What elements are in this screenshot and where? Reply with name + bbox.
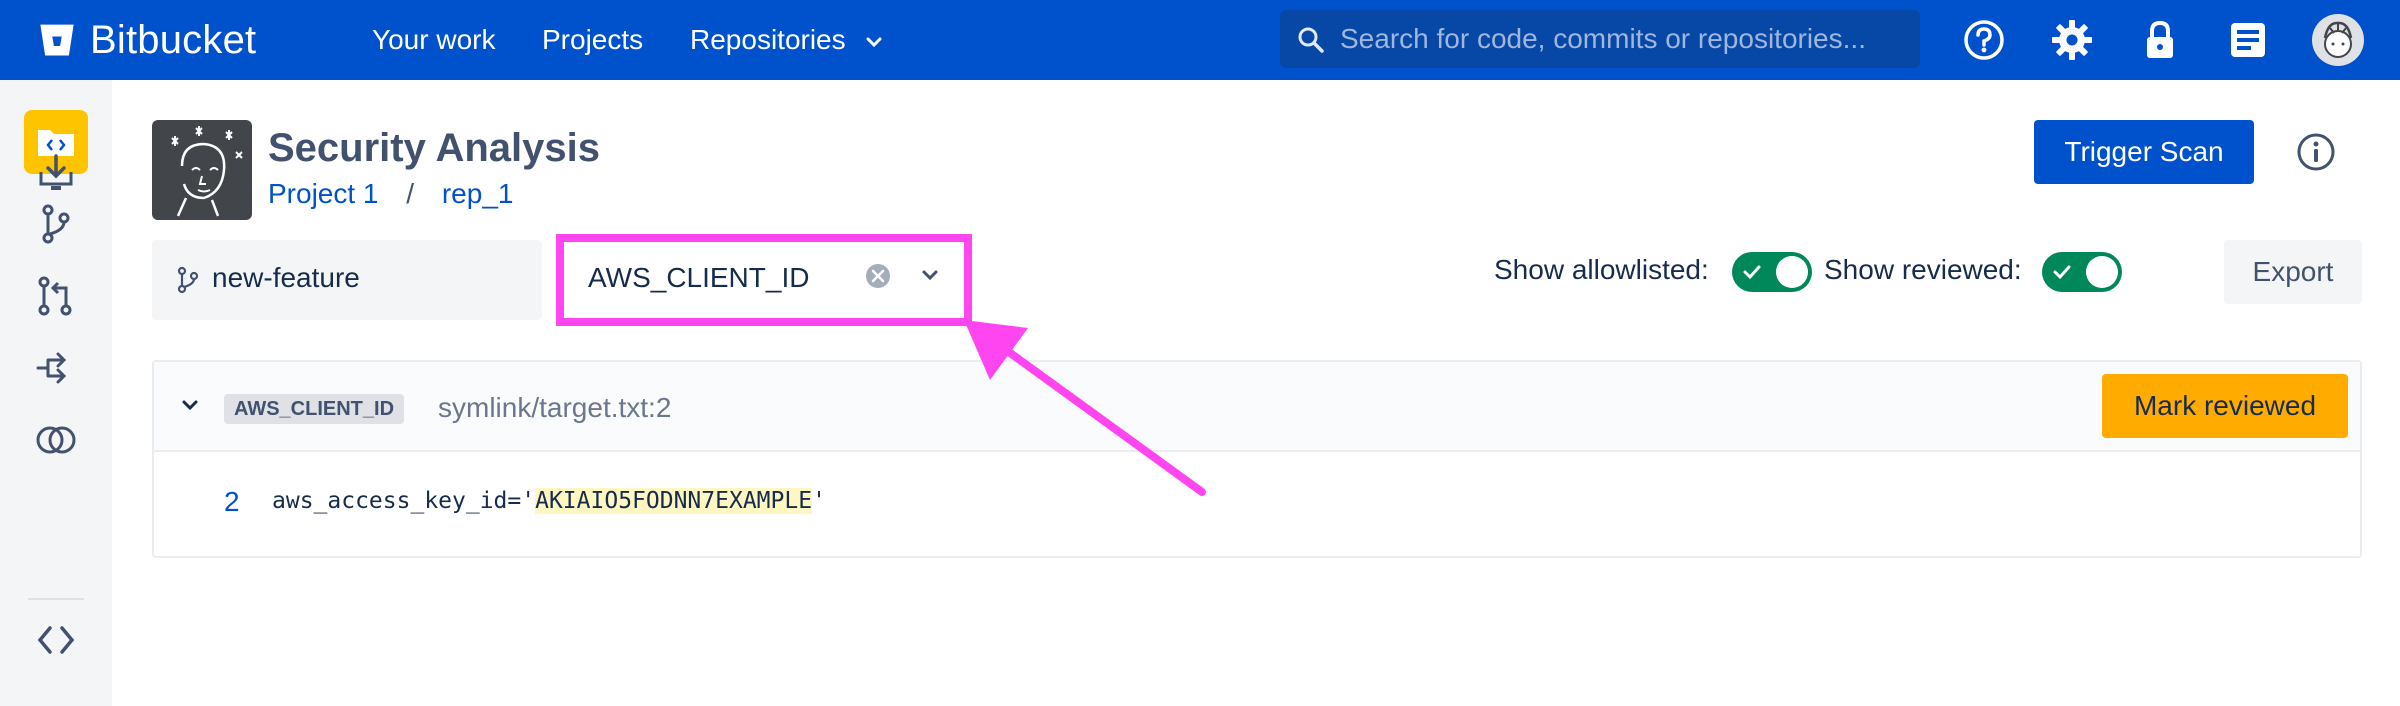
repository-avatar	[152, 120, 252, 220]
integrations-icon[interactable]	[34, 418, 78, 462]
chevron-down-icon[interactable]	[180, 398, 200, 412]
info-icon[interactable]	[2294, 130, 2338, 174]
breadcrumb: Project 1 / rep_1	[268, 178, 513, 210]
secret-type-select[interactable]: AWS_CLIENT_ID	[556, 234, 972, 326]
user-avatar-icon	[2323, 21, 2353, 58]
secret-type-select-value: AWS_CLIENT_ID	[588, 262, 810, 293]
toggle-knob	[1776, 256, 1808, 288]
user-avatar[interactable]	[2312, 14, 2364, 66]
result-card-header: AWS_CLIENT_ID symlink/target.txt:2 Mark …	[154, 362, 2360, 452]
nav-repositories-label: Repositories	[690, 24, 846, 55]
bitbucket-logo[interactable]: Bitbucket	[38, 16, 256, 64]
lock-icon[interactable]	[2138, 18, 2182, 62]
check-icon	[2053, 265, 2071, 280]
show-reviewed-toggle[interactable]	[2042, 252, 2122, 292]
branch-icon	[177, 266, 199, 294]
secret-match: AKIAIO5FODNN7EXAMPLE	[535, 488, 813, 514]
code-snippet: aws_access_key_id='AKIAIO5FODNN7EXAMPLE'	[272, 488, 826, 514]
code-suffix: '	[812, 488, 826, 514]
branch-select-value: new-feature	[212, 262, 360, 293]
nav-repositories[interactable]: Repositories	[690, 22, 883, 58]
check-icon	[1743, 265, 1761, 280]
result-card: AWS_CLIENT_ID symlink/target.txt:2 Mark …	[152, 360, 2362, 558]
pipelines-icon[interactable]	[34, 346, 78, 390]
show-allowlisted-label: Show allowlisted:	[1494, 254, 1709, 285]
trigger-scan-button[interactable]: Trigger Scan	[2034, 120, 2254, 184]
nav-your-work[interactable]: Your work	[372, 22, 495, 58]
nav-projects[interactable]: Projects	[542, 22, 643, 58]
repository-avatar-icon	[171, 126, 243, 217]
chevron-down-icon	[866, 37, 882, 47]
breadcrumb-separator: /	[406, 178, 415, 209]
search-box[interactable]	[1280, 10, 1920, 68]
show-reviewed-label: Show reviewed:	[1824, 254, 2022, 285]
app-name: Bitbucket	[90, 17, 257, 62]
gear-icon[interactable]	[2050, 18, 2094, 62]
sidebar	[0, 80, 112, 706]
code-line: 2 aws_access_key_id='AKIAIO5FODNN7EXAMPL…	[154, 482, 2360, 522]
annotation-arrow	[964, 320, 1206, 496]
code-icon[interactable]	[34, 618, 78, 662]
breadcrumb-repo-link[interactable]: rep_1	[442, 178, 514, 209]
notes-icon[interactable]	[2226, 18, 2270, 62]
line-number: 2	[224, 486, 240, 517]
export-button[interactable]: Export	[2224, 240, 2362, 304]
code-prefix: aws_access_key_id='	[272, 488, 536, 514]
top-navigation: Bitbucket Your work Projects Repositorie…	[0, 0, 2400, 80]
toggle-knob	[2086, 256, 2118, 288]
search-input[interactable]	[1340, 16, 1900, 62]
branch-icon[interactable]	[34, 202, 78, 246]
help-icon[interactable]	[1962, 18, 2006, 62]
chevron-down-icon[interactable]	[920, 268, 940, 282]
breadcrumb-project-link[interactable]: Project 1	[268, 178, 379, 209]
branch-select[interactable]: new-feature	[152, 240, 670, 320]
sidebar-divider	[28, 598, 84, 600]
file-location: symlink/target.txt:2	[438, 392, 672, 423]
page-title: Security Analysis	[268, 126, 601, 170]
mark-reviewed-button[interactable]: Mark reviewed	[2102, 374, 2348, 438]
pull-request-icon[interactable]	[34, 274, 78, 318]
clear-icon[interactable]	[864, 262, 892, 290]
search-icon	[1298, 27, 1324, 53]
bitbucket-logo-icon	[40, 24, 74, 56]
clone-icon[interactable]	[34, 150, 78, 194]
show-allowlisted-toggle[interactable]	[1732, 252, 1812, 292]
rule-badge: AWS_CLIENT_ID	[224, 394, 405, 424]
